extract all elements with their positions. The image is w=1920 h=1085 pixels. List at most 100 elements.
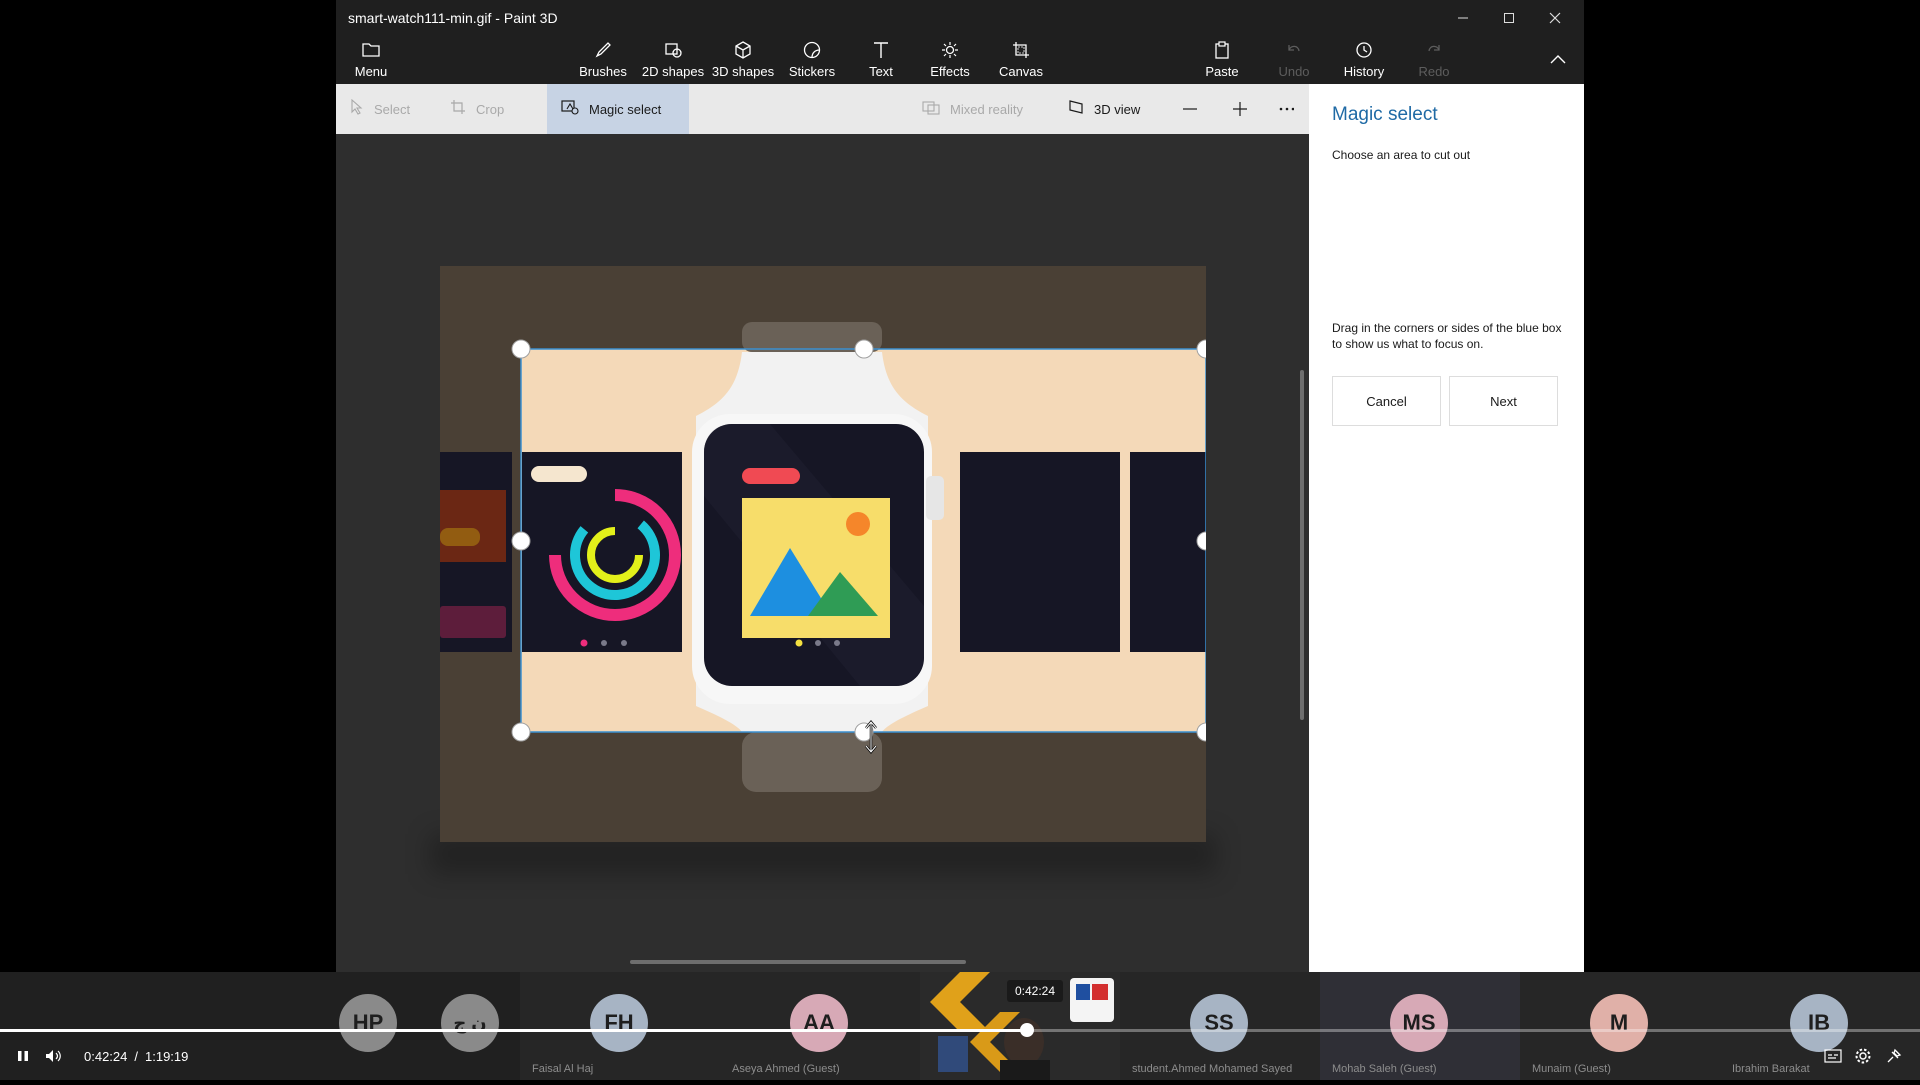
- ellipsis-icon: [1279, 107, 1294, 111]
- minimize-button[interactable]: [1440, 0, 1486, 36]
- pause-icon: [18, 1051, 28, 1061]
- tool-label: 2D shapes: [641, 64, 705, 79]
- zoom-out-button[interactable]: [1168, 84, 1212, 134]
- participant-name: Mohab Saleh (Guest): [1332, 1063, 1437, 1075]
- undo-label: Undo: [1278, 64, 1310, 79]
- redo-button[interactable]: Redo: [1399, 38, 1469, 82]
- undo-button[interactable]: Undo: [1259, 38, 1329, 82]
- window-title: smart-watch111-min.gif - Paint 3D: [348, 10, 558, 26]
- participants-strip: HP ن ج FH Faisal Al Haj AA Aseya Ahmed (…: [0, 972, 1920, 1080]
- time-separator: /: [134, 1048, 138, 1064]
- sun-icon: [941, 41, 959, 61]
- settings-button[interactable]: [1854, 1046, 1872, 1066]
- participant-tile[interactable]: AA Aseya Ahmed (Guest): [720, 972, 920, 1080]
- smartwatch-illustration: [440, 266, 1216, 842]
- tool-label: Stickers: [788, 64, 836, 79]
- pin-icon: [1887, 1048, 1902, 1063]
- tool-canvas[interactable]: Canvas: [986, 38, 1056, 82]
- tool-brushes[interactable]: Brushes: [568, 38, 638, 82]
- tool-effects[interactable]: Effects: [915, 38, 985, 82]
- vertical-scrollbar[interactable]: [1300, 370, 1304, 720]
- avatar: ن ج: [441, 994, 499, 1052]
- maximize-button[interactable]: [1486, 0, 1532, 36]
- cube-icon: [734, 41, 752, 61]
- tool-3d-shapes[interactable]: 3D shapes: [708, 38, 778, 82]
- captions-button[interactable]: [1824, 1046, 1842, 1066]
- avatar: MS: [1390, 994, 1448, 1052]
- select-tool-button[interactable]: Select: [336, 84, 434, 134]
- magic-select-label: Magic select: [589, 101, 662, 117]
- participant-name: Munaim (Guest): [1532, 1063, 1611, 1075]
- zoom-in-button[interactable]: [1218, 84, 1262, 134]
- history-button[interactable]: History: [1329, 38, 1399, 82]
- duration: 1:19:19: [145, 1048, 189, 1064]
- history-label: History: [1343, 64, 1385, 79]
- tool-stickers[interactable]: Stickers: [777, 38, 847, 82]
- brush-icon: [594, 41, 612, 61]
- avatar: AA: [790, 994, 848, 1052]
- participant-name: Faisal Al Haj: [532, 1063, 594, 1075]
- 3d-view-icon: [1068, 99, 1084, 120]
- panel-title: Magic select: [1332, 104, 1438, 125]
- menu-label: Menu: [354, 64, 388, 79]
- pause-button[interactable]: [16, 1046, 30, 1066]
- menu-button[interactable]: Menu: [336, 38, 406, 82]
- title-bar: smart-watch111-min.gif - Paint 3D: [336, 0, 1584, 36]
- shapes-2d-icon: [664, 41, 682, 61]
- mixed-reality-label: Mixed reality: [950, 101, 1023, 117]
- image-canvas[interactable]: [440, 266, 1216, 842]
- paste-label: Paste: [1205, 64, 1239, 79]
- 3d-view-label: 3D view: [1094, 101, 1141, 117]
- clipboard-icon: [1213, 41, 1231, 61]
- collapse-toolbar-button[interactable]: [1546, 48, 1570, 72]
- history-icon: [1355, 41, 1373, 61]
- canvas-workspace[interactable]: [336, 134, 1309, 972]
- selection-toolbar: Select Crop Magic select Mixed reality 3…: [336, 84, 1309, 134]
- avatar: HP: [339, 994, 397, 1052]
- tool-label: 3D shapes: [711, 64, 775, 79]
- close-icon: [1549, 12, 1561, 24]
- volume-icon: [46, 1050, 61, 1062]
- canvas-icon: [1012, 41, 1030, 61]
- mixed-reality-button[interactable]: Mixed reality: [908, 84, 1048, 134]
- minus-icon: [1183, 108, 1197, 110]
- select-label: Select: [374, 101, 411, 117]
- avatar: M: [1590, 994, 1648, 1052]
- participant-tile[interactable]: MS Mohab Saleh (Guest): [1320, 972, 1520, 1080]
- tool-2d-shapes[interactable]: 2D shapes: [638, 38, 708, 82]
- crop-tool-button[interactable]: Crop: [436, 84, 536, 134]
- close-button[interactable]: [1532, 0, 1578, 36]
- magic-select-panel: Magic select Choose an area to cut out D…: [1309, 84, 1584, 972]
- next-button[interactable]: Next: [1449, 376, 1558, 426]
- cancel-button[interactable]: Cancel: [1332, 376, 1441, 426]
- magic-select-icon: [561, 99, 579, 120]
- folder-icon: [362, 41, 380, 61]
- crop-label: Crop: [476, 101, 505, 117]
- redo-label: Redo: [1418, 64, 1450, 79]
- redo-icon: [1425, 41, 1443, 61]
- 3d-view-button[interactable]: 3D view: [1054, 84, 1164, 134]
- participant-name: student.Ahmed Mohamed Sayed: [1132, 1063, 1293, 1075]
- captions-icon: [1824, 1049, 1842, 1063]
- panel-instruction: Choose an area to cut out: [1332, 148, 1471, 162]
- video-frame: smart-watch111-min.gif - Paint 3D Menu B…: [0, 0, 1920, 1080]
- sticker-icon: [803, 41, 821, 61]
- participant-tile[interactable]: SS student.Ahmed Mohamed Sayed: [1120, 972, 1320, 1080]
- participant-tile[interactable]: FH Faisal Al Haj: [520, 972, 720, 1080]
- undo-icon: [1285, 41, 1303, 61]
- magic-select-button[interactable]: Magic select: [547, 84, 689, 134]
- horizontal-scrollbar[interactable]: [630, 960, 966, 964]
- tool-label: Text: [869, 64, 893, 79]
- volume-button[interactable]: [45, 1046, 63, 1066]
- pin-button[interactable]: [1886, 1046, 1902, 1066]
- tool-text[interactable]: Text: [846, 38, 916, 82]
- more-options-button[interactable]: [1264, 84, 1308, 134]
- participant-tile[interactable]: M Munaim (Guest): [1520, 972, 1720, 1080]
- main-toolbar: Menu Brushes 2D shapes 3D shapes Sticker…: [336, 36, 1584, 84]
- paste-button[interactable]: Paste: [1187, 38, 1257, 82]
- participant-name: Aseya Ahmed (Guest): [732, 1063, 840, 1075]
- tool-label: Brushes: [579, 64, 627, 79]
- tool-label: Canvas: [998, 64, 1044, 79]
- avatar: IB: [1790, 994, 1848, 1052]
- participant-tile[interactable]: HP ن ج: [320, 972, 520, 1080]
